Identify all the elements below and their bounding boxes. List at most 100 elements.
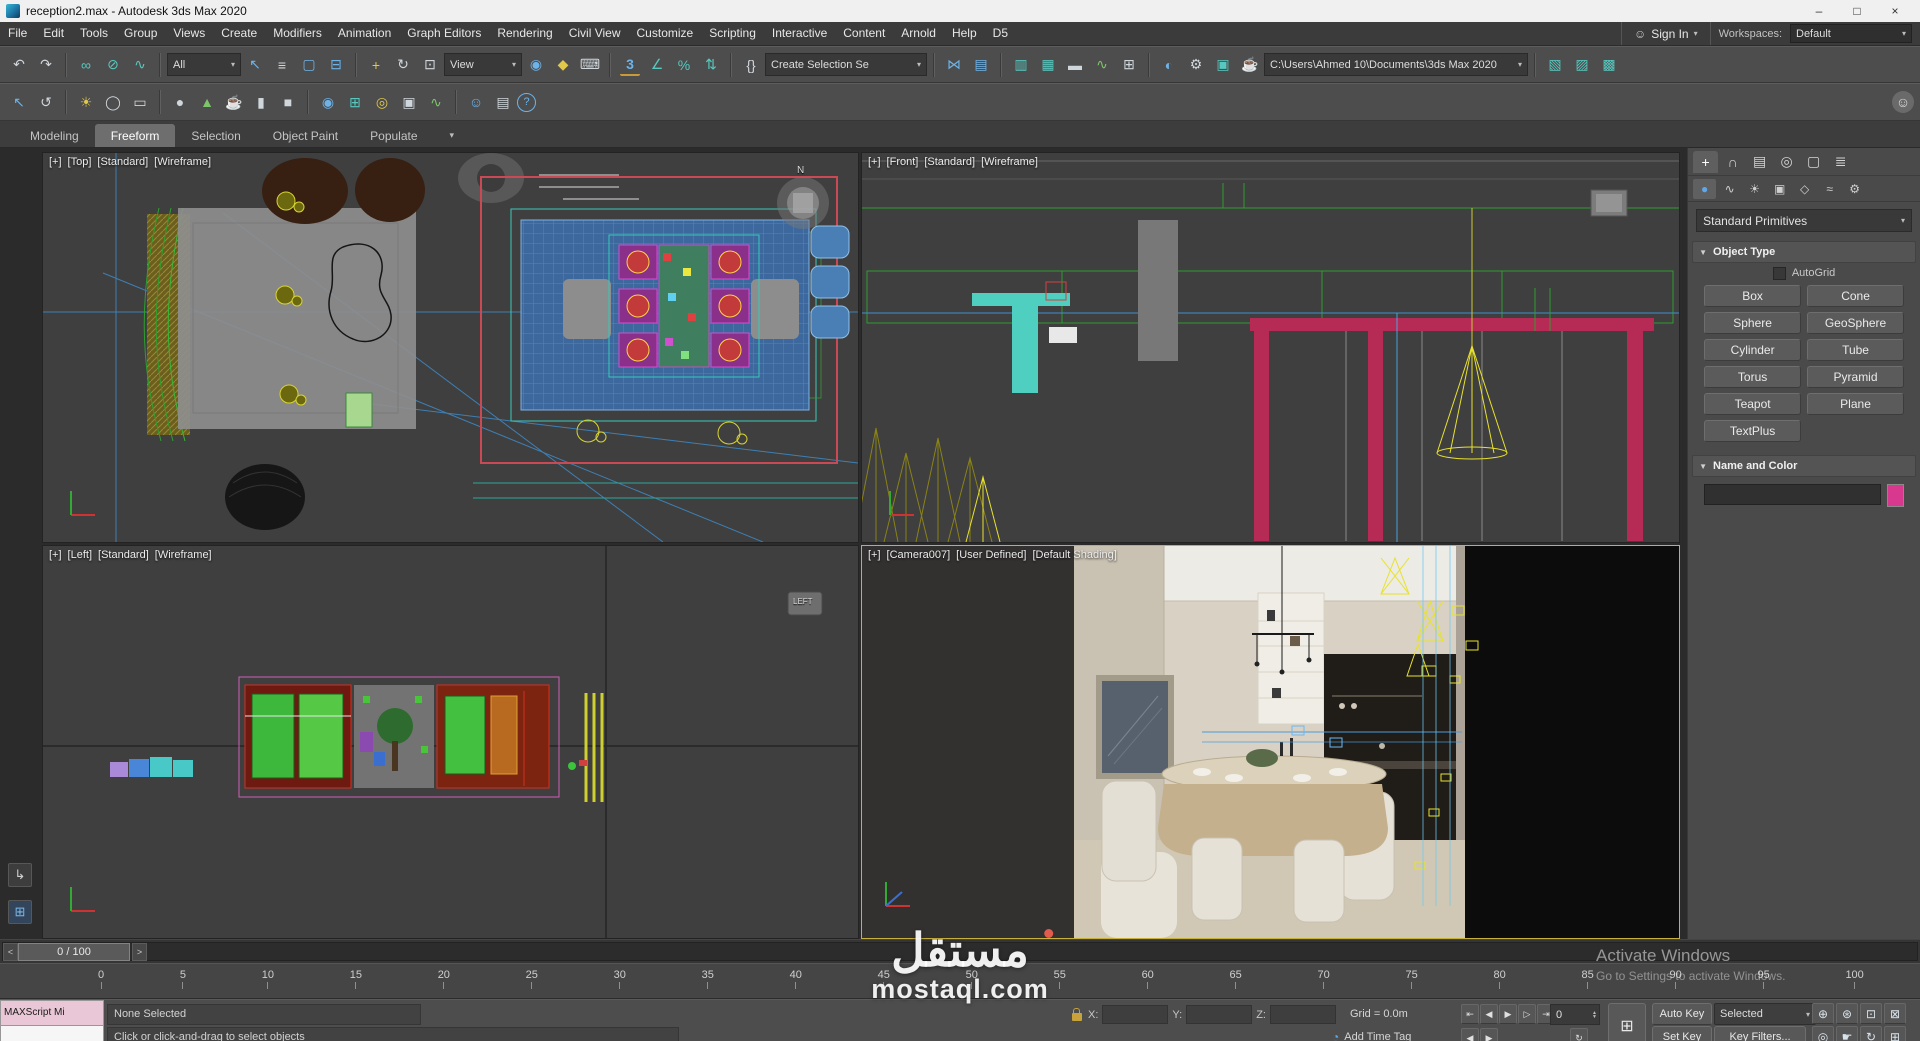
systems-category-icon[interactable]: ⚙: [1843, 179, 1866, 199]
menu-item[interactable]: Interactive: [764, 22, 835, 45]
undo-icon[interactable]: ↶: [6, 52, 32, 78]
menu-item[interactable]: Customize: [629, 22, 702, 45]
viewport-left[interactable]: [+] [Left] [Standard] [Wireframe] LEFT: [42, 545, 859, 939]
next-frame-button[interactable]: >: [132, 943, 147, 961]
zoom-icon[interactable]: ⊕: [1812, 1003, 1834, 1024]
maxscript-macro-row[interactable]: MAXScript Mi: [0, 1000, 104, 1026]
geometry-category-dropdown[interactable]: Standard Primitives ▾: [1696, 209, 1912, 232]
selection-filter-dropdown[interactable]: All ▾: [167, 53, 241, 76]
select-and-link-icon[interactable]: ∞: [73, 52, 99, 78]
percent-snap-icon[interactable]: %: [671, 52, 697, 78]
menu-item[interactable]: Views: [165, 22, 213, 45]
name-and-color-rollout-header[interactable]: ▼ Name and Color: [1692, 455, 1916, 477]
previous-frame-button[interactable]: <: [3, 943, 18, 961]
go-to-start-icon[interactable]: ⇤: [1461, 1004, 1479, 1024]
toggle-ribbon-icon[interactable]: ▬: [1062, 52, 1088, 78]
plane-icon[interactable]: ▭: [127, 89, 153, 115]
autogrid-checkbox[interactable]: [1772, 266, 1786, 280]
eye-icon[interactable]: ◉: [315, 89, 341, 115]
schematic-view-icon[interactable]: ⊞: [1116, 52, 1142, 78]
user-account-icon[interactable]: ☺: [1892, 91, 1914, 113]
viewport-renderer-label[interactable]: [Standard]: [97, 156, 148, 168]
left-viewport-canvas[interactable]: [43, 546, 858, 938]
next-frame-icon[interactable]: ▷: [1518, 1004, 1536, 1024]
viewport-view-label[interactable]: [Top]: [68, 156, 92, 168]
helpers-category-icon[interactable]: ◇: [1793, 179, 1816, 199]
menu-item[interactable]: D5: [985, 22, 1016, 45]
menu-item[interactable]: File: [0, 22, 35, 45]
explorer-layout-icon-b[interactable]: ▨: [1569, 52, 1595, 78]
box-icon[interactable]: ■: [275, 89, 301, 115]
select-and-place-icon[interactable]: ↖: [6, 89, 32, 115]
use-pivot-center-icon[interactable]: ◉: [523, 52, 549, 78]
curve-editor-icon[interactable]: ∿: [1089, 52, 1115, 78]
viewport-camera[interactable]: [+] [Camera007] [User Defined] [Default …: [861, 545, 1680, 939]
ribbon-tab[interactable]: Freeform: [94, 124, 176, 147]
menu-item[interactable]: Group: [116, 22, 165, 45]
auto-key-button[interactable]: Auto Key: [1652, 1003, 1712, 1025]
object-type-button[interactable]: Cylinder: [1704, 339, 1802, 361]
close-icon[interactable]: ×: [1876, 0, 1914, 22]
material-editor-icon[interactable]: ◐: [1156, 52, 1182, 78]
free-rotate-icon[interactable]: ↺: [33, 89, 59, 115]
menu-item[interactable]: Graph Editors: [399, 22, 489, 45]
window-crossing-icon[interactable]: ⊟: [323, 52, 349, 78]
helper-icon[interactable]: ◎: [369, 89, 395, 115]
sign-in-button[interactable]: ☺ Sign In ▾: [1620, 22, 1711, 45]
menu-item[interactable]: Modifiers: [265, 22, 330, 45]
edit-named-selection-sets-icon[interactable]: {}: [738, 52, 764, 78]
key-mode-dropdown[interactable]: Selected ▾: [1714, 1003, 1816, 1025]
maximize-viewport-icon[interactable]: ⊞: [1884, 1026, 1906, 1041]
geometry-category-icon[interactable]: ●: [1693, 178, 1717, 199]
populate-icon[interactable]: ☺: [463, 89, 489, 115]
menu-item[interactable]: Arnold: [893, 22, 944, 45]
spline-icon[interactable]: ∿: [423, 89, 449, 115]
play-icon[interactable]: ▶: [1499, 1004, 1517, 1024]
menu-item[interactable]: Rendering: [489, 22, 560, 45]
viewport-renderer-label[interactable]: [User Defined]: [956, 549, 1026, 561]
cylinder-icon[interactable]: ▮: [248, 89, 274, 115]
object-type-button[interactable]: Cone: [1807, 285, 1904, 307]
viewport-layout-icon[interactable]: ⊞: [8, 900, 32, 924]
maxscript-mini-listener[interactable]: MAXScript Mi: [0, 1000, 104, 1041]
viewport-shading-label[interactable]: [Default Shading]: [1032, 549, 1116, 561]
spacewarps-category-icon[interactable]: ≈: [1818, 179, 1841, 199]
object-type-button[interactable]: GeoSphere: [1807, 312, 1904, 334]
y-coordinate-input[interactable]: [1186, 1005, 1253, 1024]
viewport-shading-label[interactable]: [Wireframe]: [155, 549, 212, 561]
add-time-tag[interactable]: ◔ Add Time Tag: [1332, 1030, 1411, 1041]
object-type-button[interactable]: Pyramid: [1807, 366, 1904, 388]
spinner-snap-icon[interactable]: ⇅: [698, 52, 724, 78]
viewport-view-label[interactable]: [Front]: [887, 156, 919, 168]
angle-snap-icon[interactable]: ∠: [644, 52, 670, 78]
viewport-menu-plus[interactable]: [+]: [868, 156, 881, 168]
bind-to-space-warp-icon[interactable]: ∿: [127, 52, 153, 78]
pointer-tool-icon[interactable]: ↳: [8, 863, 32, 887]
selection-lock-icon[interactable]: [1072, 1007, 1082, 1021]
render-setup-icon[interactable]: ⚙: [1183, 52, 1209, 78]
camera-create-icon[interactable]: ▣: [396, 89, 422, 115]
object-type-button[interactable]: Plane: [1807, 393, 1904, 415]
viewport-view-label[interactable]: [Camera007]: [887, 549, 951, 561]
time-slider-track[interactable]: [2, 942, 1918, 961]
object-type-button[interactable]: Torus: [1704, 366, 1802, 388]
viewport-menu-plus[interactable]: [+]: [868, 549, 881, 561]
minimize-icon[interactable]: –: [1800, 0, 1838, 22]
menu-item[interactable]: Content: [835, 22, 893, 45]
set-keys-button[interactable]: ⊞: [1608, 1003, 1646, 1041]
menu-item[interactable]: Civil View: [561, 22, 629, 45]
redo-icon[interactable]: ↷: [33, 52, 59, 78]
select-and-scale-icon[interactable]: ⊡: [417, 52, 443, 78]
teapot-icon[interactable]: ☕: [221, 89, 247, 115]
viewport-view-label[interactable]: [Left]: [68, 549, 92, 561]
viewport-menu-plus[interactable]: [+]: [49, 156, 62, 168]
motion-tab-icon[interactable]: ◎: [1774, 151, 1799, 173]
toggle-layer-explorer-icon[interactable]: ▦: [1035, 52, 1061, 78]
spinner-down-icon[interactable]: ▼: [1592, 1014, 1597, 1019]
current-frame-field[interactable]: 0 ▲ ▼: [1550, 1004, 1600, 1025]
key-filters-button[interactable]: Key Filters...: [1714, 1026, 1806, 1041]
object-type-button[interactable]: TextPlus: [1704, 420, 1802, 442]
snap-toggle-3d-icon[interactable]: 3: [620, 54, 640, 76]
object-color-swatch[interactable]: [1887, 484, 1904, 507]
explorer-layout-icon-a[interactable]: ▧: [1542, 52, 1568, 78]
